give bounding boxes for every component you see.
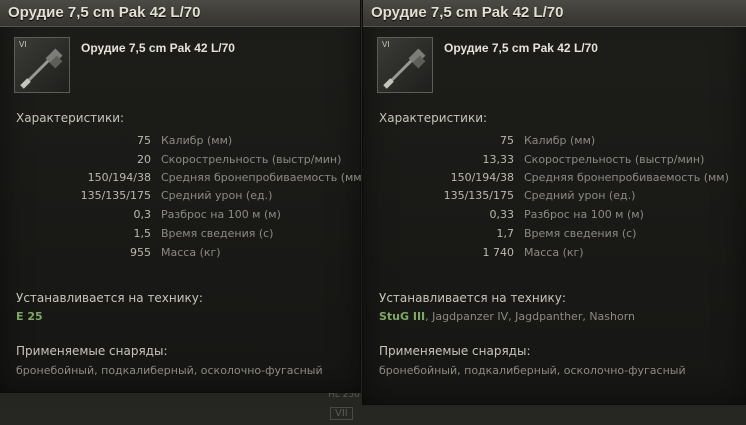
stat-row: 150/194/38 Средняя бронепробиваемость (м… [16,171,366,187]
stat-row: 0,3 Разброс на 100 м (м) [16,208,356,224]
stat-row: 150/194/38 Средняя бронепробиваемость (м… [379,171,729,187]
vehicle-highlight: StuG III [379,310,426,323]
stat-name: Масса (кг) [524,246,584,259]
module-tooltip-right: Орудие 7,5 cm Pak 42 L/70 VI Орудие 7,5 … [363,0,746,404]
stat-name: Время сведения (с) [161,227,274,240]
stat-name: Скорострельность (выстр/мин) [161,153,342,166]
stat-row: 1,7 Время сведения (с) [379,227,719,243]
stat-row: 1,5 Время сведения (с) [16,227,356,243]
stat-row: 135/135/175 Средний урон (ед.) [379,189,719,205]
gun-module-icon: VI [377,37,433,93]
tooltip-header: Орудие 7,5 cm Pak 42 L/70 [0,0,360,27]
stat-value: 13,33 [482,153,515,166]
stat-row: 20 Скорострельность (выстр/мин) [16,153,356,169]
vehicle-list: StuG III, Jagdpanzer IV, Jagdpanther, Na… [379,310,635,323]
stat-name: Средний урон (ед.) [161,189,273,202]
stat-value: 1 740 [482,246,515,259]
stat-row: 955 Масса (кг) [16,246,356,262]
stat-name: Калибр (мм) [161,134,233,147]
stat-value: 1,7 [496,227,515,240]
gun-barrel-icon [20,48,63,89]
background-tier-badge: VII [330,407,353,420]
stat-value: 20 [137,153,151,166]
tooltip-header: Орудие 7,5 cm Pak 42 L/70 [363,0,746,27]
stat-name: Средняя бронепробиваемость (мм) [161,171,366,184]
stat-value: 150/194/38 [87,171,151,184]
vehicle-others: , Jagdpanzer IV, Jagdpanther, Nashorn [425,310,636,323]
stat-row: 135/135/175 Средний урон (ед.) [16,189,356,205]
vehicle-highlight: E 25 [16,310,43,323]
tooltip-title: Орудие 7,5 cm Pak 42 L/70 [371,4,564,21]
stat-row: 1 740 Масса (кг) [379,246,719,262]
stat-name: Скорострельность (выстр/мин) [524,153,705,166]
stat-value: 135/135/175 [443,189,514,202]
ammo-list: бронебойный, подкалиберный, осколочно-фу… [379,364,686,377]
stat-name: Средняя бронепробиваемость (мм) [524,171,729,184]
stat-name: Средний урон (ед.) [524,189,636,202]
ammo-list: бронебойный, подкалиберный, осколочно-фу… [16,364,323,377]
stat-name: Масса (кг) [161,246,221,259]
installed-on-label: Устанавливается на технику: [379,291,566,305]
tooltip-title: Орудие 7,5 cm Pak 42 L/70 [8,4,201,21]
stat-value: 1,5 [133,227,152,240]
module-tooltip-left: Орудие 7,5 cm Pak 42 L/70 VI Орудие 7,5 … [0,0,366,392]
module-name: Орудие 7,5 cm Pak 42 L/70 [444,41,598,55]
stat-name: Разброс на 100 м (м) [161,208,281,221]
stat-name: Время сведения (с) [524,227,637,240]
gun-barrel-icon [383,48,426,89]
stat-value: 75 [500,134,514,147]
stat-value: 150/194/38 [450,171,514,184]
stat-row: 13,33 Скорострельность (выстр/мин) [379,153,719,169]
stat-value: 75 [137,134,151,147]
installed-on-label: Устанавливается на технику: [16,291,203,305]
module-name: Орудие 7,5 cm Pak 42 L/70 [81,41,235,55]
stat-value: 0,3 [133,208,152,221]
vehicle-list: E 25 [16,310,43,323]
stat-value: 0,33 [489,208,515,221]
stat-row: 75 Калибр (мм) [16,134,356,150]
stat-value: 955 [130,246,151,259]
stat-value: 135/135/175 [80,189,151,202]
ammo-label: Применяемые снаряды: [16,344,168,358]
stat-name: Калибр (мм) [524,134,596,147]
ammo-label: Применяемые снаряды: [379,344,531,358]
stat-row: 0,33 Разброс на 100 м (м) [379,208,719,224]
characteristics-label: Характеристики: [16,111,125,125]
stat-name: Разброс на 100 м (м) [524,208,644,221]
stat-row: 75 Калибр (мм) [379,134,719,150]
gun-module-icon: VI [14,37,70,93]
characteristics-label: Характеристики: [379,111,488,125]
